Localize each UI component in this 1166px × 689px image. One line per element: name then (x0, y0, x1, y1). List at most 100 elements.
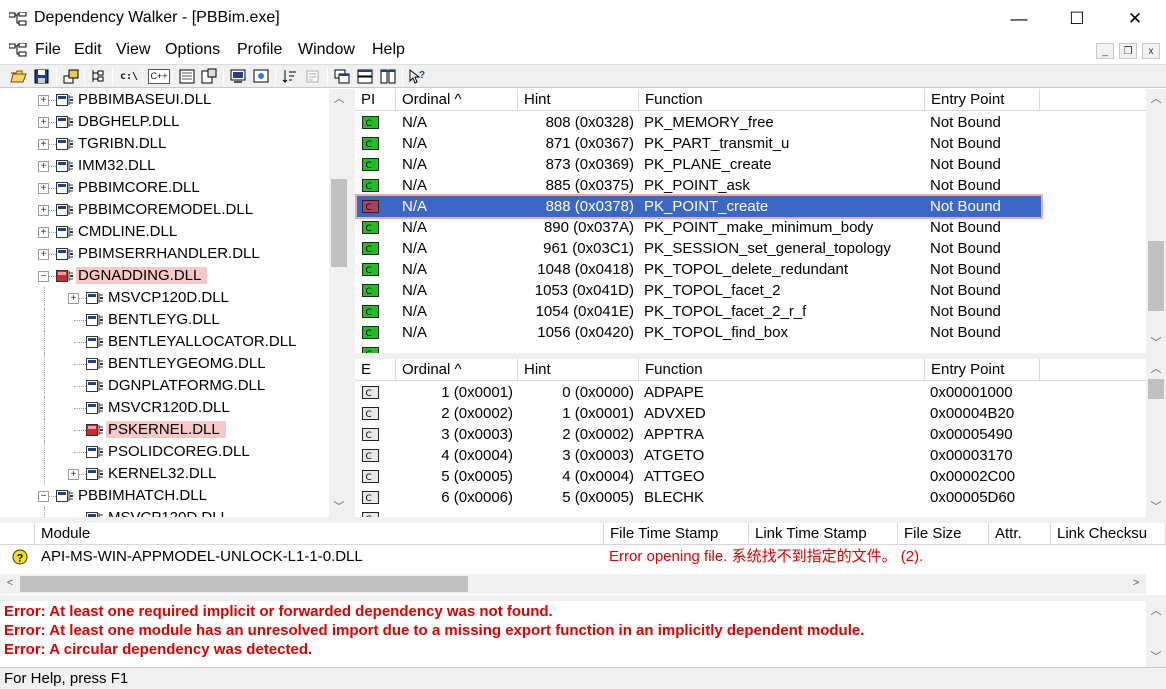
imports-column-header[interactable]: Ordinal ^ (396, 89, 518, 111)
import-row[interactable]: C N/A 1048 (0x0418) PK_TOPOL_delete_redunda… (355, 259, 1146, 280)
scroll-thumb[interactable] (1148, 379, 1164, 399)
expand-icon[interactable]: + (68, 293, 79, 304)
expand-all-icon[interactable] (304, 68, 322, 85)
undecorate-cpp-button[interactable]: C++ (148, 69, 170, 84)
log-vertical-scrollbar[interactable]: ︿ ﹀ (1146, 601, 1166, 667)
expand-icon[interactable]: + (38, 139, 49, 150)
import-row[interactable]: C N/A 871 (0x0367) PK_PART_transmit_u Not Bo… (355, 133, 1146, 154)
module-row[interactable]: ? API-MS-WIN-APPMODEL-UNLOCK-L1-1-0.DLL Er… (0, 546, 1166, 567)
tree-item[interactable]: + CMDLINE.DLL (0, 221, 329, 243)
close-button[interactable]: ✕ (1106, 0, 1164, 38)
chevron-down-icon[interactable]: ﹀ (329, 497, 349, 517)
menu-profile[interactable]: Profile (237, 41, 282, 59)
exports-vertical-scrollbar[interactable]: ︿ ﹀ (1146, 359, 1166, 517)
tree-item[interactable]: + TGRIBN.DLL (0, 133, 329, 155)
tree-item[interactable]: + PBBIMCORE.DLL (0, 177, 329, 199)
export-row[interactable]: C 2 (0x0002) 1 (0x0001) ADVXED 0x00004B20 (355, 403, 1146, 424)
tree-item[interactable]: BENTLEYG.DLL (0, 309, 329, 331)
imports-vertical-scrollbar[interactable]: ︿ ﹀ (1146, 89, 1166, 353)
chevron-right-icon[interactable]: > (1126, 574, 1146, 594)
collapse-icon[interactable]: − (38, 491, 49, 502)
tree-item[interactable]: MSVCR120D.DLL (0, 397, 329, 419)
exports-column-header[interactable]: Entry Point (925, 359, 1040, 381)
module-list-horizontal-scrollbar[interactable]: < > (0, 574, 1146, 594)
minimize-button[interactable]: — (990, 0, 1048, 38)
import-row[interactable]: C N/A 1053 (0x041D) PK_TOPOL_facet_2 Not Bou… (355, 280, 1146, 301)
expand-icon[interactable]: + (38, 205, 49, 216)
tile-horizontal-icon[interactable] (356, 68, 374, 85)
view-icon[interactable] (252, 68, 270, 85)
tree-item[interactable]: MSVCP120D.DLL (0, 507, 329, 517)
expand-icon[interactable]: + (38, 227, 49, 238)
export-row[interactable]: C 1 (0x0001) 0 (0x0000) ADPAPE 0x00001000 (355, 382, 1146, 403)
tree-item[interactable]: + DBGHELP.DLL (0, 111, 329, 133)
module-column-header[interactable]: Attr. (989, 523, 1051, 545)
chevron-left-icon[interactable]: < (0, 574, 20, 594)
menu-edit[interactable]: Edit (74, 41, 102, 59)
chevron-up-icon[interactable]: ︿ (329, 89, 349, 109)
import-row[interactable]: C N/A 1056 (0x0420) PK_TOPOL_find_box Not Bo… (355, 322, 1146, 343)
properties-icon[interactable] (200, 68, 218, 85)
tile-vertical-icon[interactable] (379, 68, 397, 85)
imports-column-header[interactable]: Hint (518, 89, 639, 111)
open-folder-icon[interactable] (10, 68, 28, 85)
tree-item[interactable]: PSKERNEL.DLL (0, 419, 329, 441)
tree-vertical-scrollbar[interactable]: ︿ ﹀ (329, 89, 349, 517)
mdi-document-icon[interactable] (9, 43, 27, 57)
tree-item[interactable]: + IMM32.DLL (0, 155, 329, 177)
import-row[interactable]: C N/A 890 (0x037A) PK_POINT_make_minimum_bo… (355, 217, 1146, 238)
sort-icon[interactable] (281, 68, 299, 85)
module-column-header[interactable]: Link Time Stamp (749, 523, 898, 545)
menu-file[interactable]: File (35, 41, 61, 59)
import-row[interactable]: C N/A 808 (0x0328) PK_MEMORY_free Not Bound (355, 112, 1146, 133)
import-row[interactable]: C N/A 1054 (0x041E) PK_TOPOL_facet_2_r_f Not… (355, 301, 1146, 322)
cascade-icon[interactable] (333, 68, 351, 85)
imports-column-header[interactable]: Function (639, 89, 925, 111)
tree-item[interactable]: + MSVCP120D.DLL (0, 287, 329, 309)
mdi-minimize-button[interactable]: _ (1096, 43, 1114, 59)
module-column-header[interactable]: File Time Stamp (604, 523, 749, 545)
tree-item[interactable]: − PBBIMHATCH.DLL (0, 485, 329, 507)
tree-item[interactable]: + PBBIMCOREMODEL.DLL (0, 199, 329, 221)
scroll-thumb[interactable] (331, 179, 347, 267)
chevron-down-icon[interactable]: ﹀ (1146, 333, 1166, 353)
menu-view[interactable]: View (116, 41, 150, 59)
exports-column-header[interactable]: Function (639, 359, 925, 381)
import-row[interactable]: C N/A 885 (0x0375) PK_POINT_ask Not Bound (355, 175, 1146, 196)
expand-icon[interactable]: + (38, 249, 49, 260)
tree-item[interactable]: BENTLEYALLOCATOR.DLL (0, 331, 329, 353)
exports-column-header[interactable]: E (355, 359, 396, 381)
import-row[interactable]: C N/A 873 (0x0369) PK_PLANE_create Not Bound (355, 154, 1146, 175)
copy-icon[interactable] (62, 68, 80, 85)
mdi-close-button[interactable]: x (1142, 43, 1160, 59)
full-paths-button[interactable]: c:\ (118, 68, 140, 85)
find-icon[interactable] (90, 68, 108, 85)
collapse-icon[interactable]: − (38, 271, 49, 282)
tree-item[interactable]: + KERNEL32.DLL (0, 463, 329, 485)
system-info-icon[interactable] (229, 68, 247, 85)
chevron-up-icon[interactable]: ︿ (1146, 359, 1166, 379)
expand-icon[interactable]: + (38, 183, 49, 194)
module-column-header[interactable]: File Size (898, 523, 989, 545)
chevron-down-icon[interactable]: ﹀ (1146, 497, 1166, 517)
expand-icon[interactable]: + (68, 469, 79, 480)
menu-help[interactable]: Help (372, 41, 405, 59)
chevron-down-icon[interactable]: ﹀ (1146, 647, 1166, 667)
export-row[interactable]: C 4 (0x0004) 3 (0x0003) ATGETO 0x00003170 (355, 445, 1146, 466)
module-column-header[interactable] (0, 523, 35, 545)
exports-column-header[interactable]: Ordinal ^ (396, 359, 518, 381)
chevron-up-icon[interactable]: ︿ (1146, 601, 1166, 621)
mdi-restore-button[interactable]: ❐ (1119, 43, 1137, 59)
tree-item[interactable]: DGNPLATFORMG.DLL (0, 375, 329, 397)
save-icon[interactable] (33, 68, 51, 85)
expand-icon[interactable]: + (38, 117, 49, 128)
module-column-header[interactable]: Module (35, 523, 604, 545)
tree-item[interactable]: + PBBIMBASEUI.DLL (0, 89, 329, 111)
scroll-thumb[interactable] (1148, 241, 1164, 311)
tree-item[interactable]: BENTLEYGEOMG.DLL (0, 353, 329, 375)
tree-item[interactable]: − DGNADDING.DLL (0, 265, 329, 287)
export-row[interactable]: C 3 (0x0003) 2 (0x0002) APPTRA 0x00005490 (355, 424, 1146, 445)
maximize-button[interactable]: ☐ (1048, 0, 1106, 38)
export-row[interactable]: C 5 (0x0005) 4 (0x0004) ATTGEO 0x00002C00 (355, 466, 1146, 487)
expand-icon[interactable]: + (38, 161, 49, 172)
